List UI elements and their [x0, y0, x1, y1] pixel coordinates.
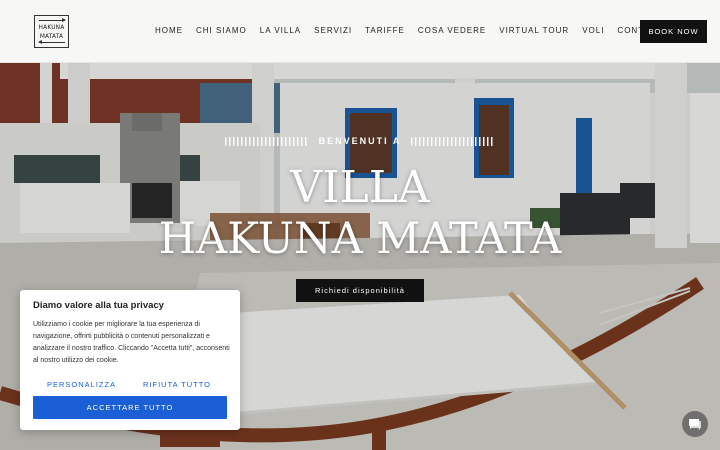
hero-title-line2: HAKUNA MATATA — [158, 214, 562, 264]
hero-welcome: BENVENUTI A — [0, 136, 720, 146]
logo-arrow-icon — [38, 18, 66, 23]
cookie-body: Utilizziamo i cookie per migliorare la t… — [33, 321, 230, 364]
logo-arrow-icon — [37, 40, 65, 45]
logo-text-line2: MATATA — [39, 31, 64, 40]
request-availability-button[interactable]: Richiedi disponibilità — [296, 279, 424, 302]
logo-text-line1: HAKUNA — [38, 22, 65, 31]
site-logo[interactable]: HAKUNA MATATA — [34, 15, 69, 48]
nav-item-voli[interactable]: VOLI — [582, 26, 604, 35]
reject-all-button[interactable]: RIFIUTA TUTTO — [143, 380, 211, 389]
nav-item-tariffe[interactable]: TARIFFE — [365, 26, 405, 35]
decorative-pattern-icon — [224, 136, 309, 146]
hero-title-line1: VILLA — [290, 162, 430, 213]
accept-all-button[interactable]: ACCETTARE TUTTO — [33, 396, 227, 419]
nav-item-home[interactable]: HOME — [155, 26, 183, 35]
chat-bubble-icon[interactable] — [682, 411, 708, 437]
cookie-title: Diamo valore alla tua privacy — [33, 300, 164, 311]
nav-item-cosa-vedere[interactable]: COSA VEDERE — [418, 26, 486, 35]
main-nav: HOME CHI SIAMO LA VILLA SERVIZI TARIFFE … — [155, 26, 677, 35]
chat-icon-glyph — [689, 418, 701, 430]
nav-item-servizi[interactable]: SERVIZI — [314, 26, 352, 35]
nav-item-la-villa[interactable]: LA VILLA — [260, 26, 301, 35]
hero-welcome-text: BENVENUTI A — [318, 136, 402, 146]
cookie-consent-banner: Diamo valore alla tua privacy Utilizziam… — [20, 290, 240, 430]
book-now-button[interactable]: BOOK NOW — [640, 20, 707, 43]
nav-item-virtual-tour[interactable]: VIRTUAL TOUR — [499, 26, 569, 35]
decorative-pattern-icon — [411, 136, 496, 146]
site-header: HAKUNA MATATA HOME CHI SIAMO LA VILLA SE… — [0, 0, 720, 63]
nav-item-chi-siamo[interactable]: CHI SIAMO — [196, 26, 247, 35]
customize-button[interactable]: PERSONALIZZA — [47, 380, 116, 389]
